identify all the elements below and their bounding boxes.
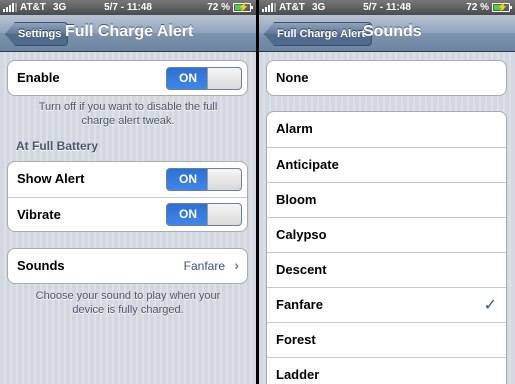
sounds-label: Sounds [17, 258, 65, 273]
toggle-on-label: ON [179, 207, 197, 221]
navigation-bar: Settings Full Charge Alert [0, 15, 256, 52]
show-alert-label: Show Alert [17, 171, 85, 186]
enable-label: Enable [17, 70, 60, 85]
sound-option-anticipate[interactable]: Anticipate [267, 147, 506, 182]
sound-option-label: Descent [276, 262, 327, 277]
sound-option-label: Calypso [276, 227, 327, 242]
full-charge-alert-screen: AT&T 3G 5/7 - 11:48 72 % ⚡ Settings Full… [0, 0, 256, 384]
toggle-on-label: ON [179, 172, 197, 186]
sound-option-fanfare[interactable]: Fanfare ✓ [267, 287, 506, 322]
chevron-right-icon: › [234, 257, 239, 273]
sound-option-label: Ladder [276, 367, 320, 382]
battery-icon: ⚡ [233, 2, 253, 12]
battery-percent: 72 % [207, 2, 230, 13]
toggle-knob [207, 204, 241, 225]
show-alert-row: Show Alert ON [8, 162, 247, 197]
toggle-knob [207, 169, 241, 190]
sound-option-forest[interactable]: Forest [267, 322, 506, 357]
show-alert-toggle[interactable]: ON [166, 168, 242, 191]
back-button-full-charge-alert[interactable]: Full Charge Alert [264, 22, 373, 46]
sounds-footnote: Choose your sound to play when your devi… [35, 290, 221, 316]
status-bar: AT&T 3G 5/7 - 11:48 72 % ⚡ [0, 0, 256, 15]
none-group: None [266, 60, 507, 96]
sounds-screen: AT&T 3G 5/7 - 11:48 72 % ⚡ Full Charge A… [259, 0, 515, 384]
sound-option-label: Fanfare [276, 297, 323, 312]
page-title: Full Charge Alert [65, 23, 194, 40]
vibrate-toggle[interactable]: ON [166, 203, 242, 226]
enable-toggle[interactable]: ON [166, 67, 242, 90]
toggle-on-label: ON [179, 71, 197, 85]
back-button-settings[interactable]: Settings [5, 22, 69, 46]
enable-group: Enable ON [7, 60, 248, 96]
sounds-group: Sounds Fanfare › [7, 248, 248, 284]
sound-option-bloom[interactable]: Bloom [267, 182, 506, 217]
toggle-knob [207, 68, 241, 89]
page-title: Sounds [363, 23, 422, 40]
sound-option-alarm[interactable]: Alarm [267, 112, 506, 147]
sound-option-calypso[interactable]: Calypso [267, 217, 506, 252]
sound-option-none[interactable]: None [267, 61, 506, 95]
status-bar: AT&T 3G 5/7 - 11:48 72 % ⚡ [259, 0, 515, 15]
sounds-list: Alarm Anticipate Bloom Calypso Descent Fanfar… [266, 111, 507, 384]
sound-option-label: Forest [276, 332, 316, 347]
checkmark-icon: ✓ [483, 297, 497, 314]
sound-option-descent[interactable]: Descent [267, 252, 506, 287]
section-header-at-full-battery: At Full Battery [16, 139, 99, 153]
sound-option-label: None [276, 70, 309, 85]
vibrate-row: Vibrate ON [8, 197, 247, 231]
sound-option-label: Alarm [276, 121, 313, 136]
vibrate-label: Vibrate [17, 207, 61, 222]
sounds-row[interactable]: Sounds Fanfare › [8, 249, 247, 283]
sounds-value: Fanfare [183, 259, 225, 273]
sound-option-label: Anticipate [276, 157, 339, 172]
enable-footnote: Turn off if you want to disable the full… [38, 101, 218, 127]
battery-percent: 72 % [466, 2, 489, 13]
enable-row: Enable ON [8, 61, 247, 95]
battery-icon: ⚡ [492, 2, 512, 12]
sound-option-label: Bloom [276, 192, 317, 207]
sound-option-ladder[interactable]: Ladder [267, 357, 506, 384]
full-battery-group: Show Alert ON Vibrate ON [7, 161, 248, 232]
navigation-bar: Full Charge Alert Sounds [259, 15, 515, 52]
